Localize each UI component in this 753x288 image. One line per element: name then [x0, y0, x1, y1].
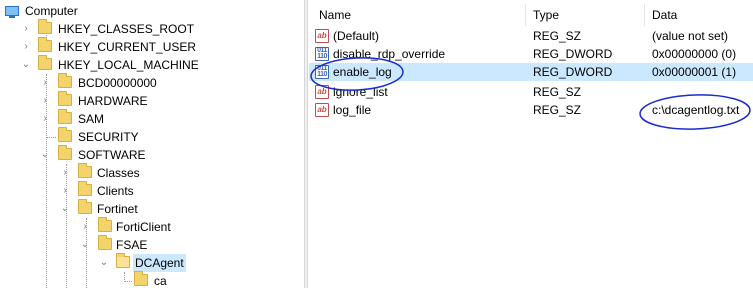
chevron-right-icon[interactable]: › [60, 164, 70, 182]
tree-item-hardware[interactable]: › HARDWARE [0, 91, 300, 110]
tree-item-label: ca [154, 274, 167, 288]
folder-icon [116, 253, 130, 268]
folder-icon [98, 217, 112, 232]
tree-item-label: FSAE [116, 238, 148, 252]
tree-item-label: Clients [97, 184, 134, 198]
chevron-right-icon[interactable]: › [80, 218, 90, 236]
folder-icon [78, 199, 92, 214]
tree-item-hkey-local-machine[interactable]: ⌄ HKEY_LOCAL_MACHINE [0, 55, 300, 74]
tree-item-label: HKEY_CLASSES_ROOT [58, 22, 195, 36]
chevron-down-icon[interactable]: ⌄ [40, 146, 50, 164]
chevron-down-icon[interactable]: ⌄ [80, 236, 90, 254]
chevron-down-icon[interactable]: ⌄ [60, 200, 70, 218]
tree-item-label: BCD00000000 [78, 76, 157, 90]
tree-item-forticlient[interactable]: › FortiClient [0, 217, 300, 236]
folder-icon [98, 235, 112, 250]
tree-item-label: DCAgent [133, 254, 186, 272]
tree-item-label: SECURITY [78, 130, 139, 144]
tree-item-label: FortiClient [116, 220, 171, 234]
folder-icon [58, 91, 72, 106]
chevron-right-icon[interactable]: › [60, 182, 70, 200]
folder-icon [78, 181, 92, 196]
folder-icon [38, 37, 52, 52]
tree-item-hkey-classes-root[interactable]: › HKEY_CLASSES_ROOT [0, 19, 300, 38]
registry-values-pane[interactable]: Name Type Data ab (Default) REG_SZ (valu… [309, 0, 753, 288]
tree-item-classes[interactable]: › Classes [0, 163, 300, 182]
chevron-down-icon[interactable]: ⌄ [21, 56, 31, 74]
tree-item-label: Classes [97, 166, 140, 180]
tree-item-label: SAM [78, 112, 105, 126]
folder-icon [58, 109, 72, 124]
tree-item-fortinet[interactable]: ⌄ Fortinet [0, 199, 300, 218]
folder-icon [58, 145, 72, 160]
chevron-down-icon[interactable]: ⌄ [99, 254, 109, 272]
chevron-right-icon[interactable]: › [40, 74, 50, 92]
folder-icon [58, 127, 72, 142]
annotation-circle-enable-log [310, 57, 404, 91]
tree-item-label: Fortinet [97, 202, 138, 216]
tree-item-software[interactable]: ⌄ SOFTWARE [0, 145, 300, 164]
tree-item-hkey-current-user[interactable]: › HKEY_CURRENT_USER [0, 37, 300, 56]
tree-item-label: HKEY_LOCAL_MACHINE [58, 58, 199, 72]
tree-item-label: HARDWARE [78, 94, 148, 108]
tree-item-label: Computer [25, 4, 78, 18]
tree-item-computer[interactable]: ⌄ Computer [0, 2, 300, 20]
tree-item-security[interactable]: SECURITY [0, 127, 300, 146]
chevron-right-icon[interactable]: › [40, 92, 50, 110]
chevron-right-icon[interactable]: › [40, 110, 50, 128]
tree-item-dcagent[interactable]: ⌄ DCAgent [0, 253, 300, 272]
tree-item-clients[interactable]: › Clients [0, 181, 300, 200]
annotation-circle-log-file-path [639, 94, 751, 130]
chevron-right-icon[interactable]: › [21, 38, 31, 56]
tree-item-ca[interactable]: ca [0, 271, 300, 288]
folder-icon [58, 73, 72, 88]
folder-icon [38, 19, 52, 34]
folder-icon [134, 271, 148, 286]
tree-item-bcd00000000[interactable]: › BCD00000000 [0, 73, 300, 92]
tree-item-sam[interactable]: › SAM [0, 109, 300, 128]
tree-item-fsae[interactable]: ⌄ FSAE [0, 235, 300, 254]
registry-tree-pane[interactable]: ⌄ Computer › HKEY_CLASSES_ROOT › HKEY_CU… [0, 0, 304, 288]
chevron-right-icon[interactable]: › [21, 20, 31, 38]
pane-splitter[interactable] [304, 0, 308, 288]
folder-icon [38, 55, 52, 70]
tree-item-label: SOFTWARE [78, 148, 146, 162]
tree-item-label: HKEY_CURRENT_USER [58, 40, 197, 54]
annotation-overlay [310, 57, 751, 130]
folder-icon [78, 163, 92, 178]
computer-icon [5, 6, 19, 18]
